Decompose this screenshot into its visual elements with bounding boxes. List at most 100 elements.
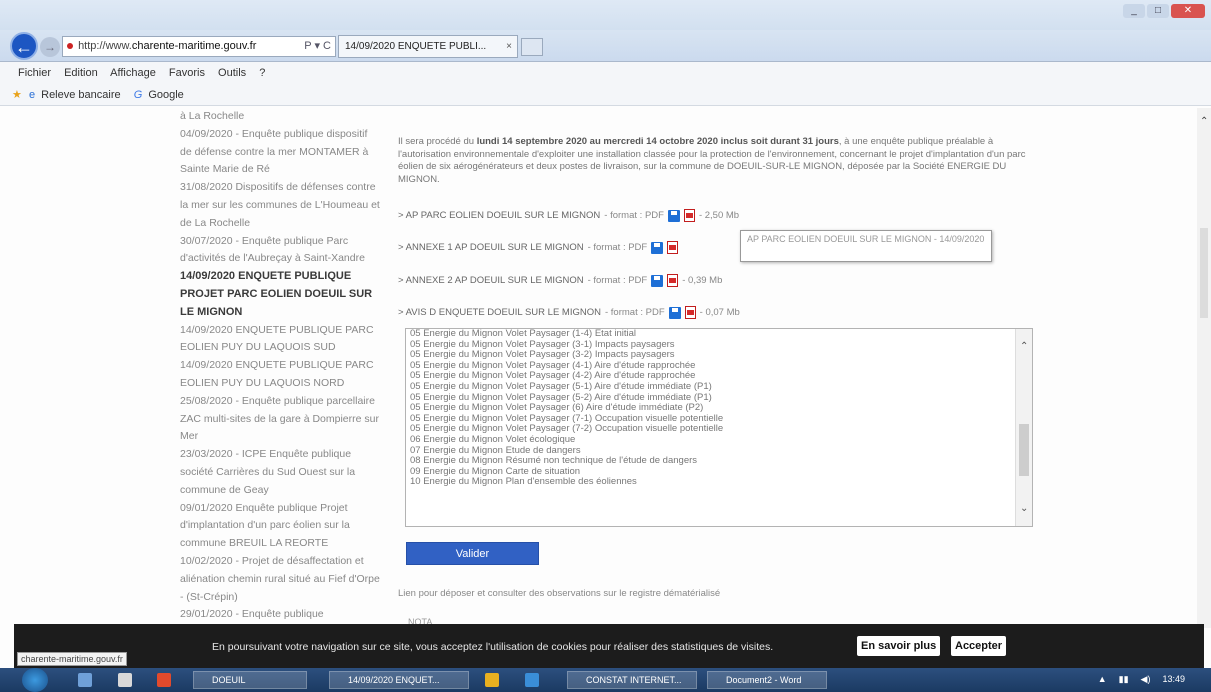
menu-outils[interactable]: Outils	[218, 67, 246, 79]
task-word[interactable]: Document2 - Word	[707, 671, 827, 689]
folder-icon[interactable]	[485, 673, 499, 687]
document-link[interactable]: > AP PARC EOLIEN DOEUIL SUR LE MIGNON	[398, 210, 600, 221]
page-scroll-thumb[interactable]	[1200, 228, 1208, 318]
tab-close-icon[interactable]: ×	[506, 36, 512, 57]
forward-arrow-icon[interactable]: →	[40, 37, 60, 57]
window-controls: _ □ ✕	[1123, 4, 1205, 18]
site-flag-icon	[67, 43, 73, 49]
tab-title: 14/09/2020 ENQUETE PUBLI...	[345, 41, 487, 52]
ie-icon[interactable]	[525, 673, 539, 687]
document-format: - format : PDF	[587, 242, 648, 253]
explorer-icon[interactable]	[118, 673, 132, 687]
save-disk-icon[interactable]	[668, 306, 681, 319]
document-link[interactable]: > ANNEXE 1 AP DOEUIL SUR LE MIGNON	[398, 242, 584, 253]
pdf-icon[interactable]	[683, 209, 695, 222]
window-titlebar: _ □ ✕	[0, 0, 1211, 30]
cookie-more-button[interactable]: En savoir plus	[857, 636, 941, 656]
document-listbox[interactable]: 05 Energie du Mignon Volet Paysager (1-4…	[405, 328, 1033, 527]
media-icon[interactable]	[157, 673, 171, 687]
listbox-scrollbar[interactable]: ⌃ ⌄	[1015, 329, 1032, 526]
sidebar-item[interactable]: 04/09/2020 - Enquête publique dispositif…	[180, 126, 380, 179]
address-bar[interactable]: http://www.charente-maritime.gouv.fr P ▾…	[62, 36, 336, 57]
observations-link[interactable]: Lien pour déposer et consulter des obser…	[398, 588, 720, 599]
document-format: - format : PDF	[604, 210, 664, 221]
back-arrow-icon[interactable]: ←	[10, 32, 38, 60]
menu-favoris[interactable]: Favoris	[169, 67, 205, 79]
ie-page-icon: e	[28, 89, 36, 101]
cookie-text: En poursuivant votre navigation sur ce s…	[212, 641, 774, 653]
task-constat[interactable]: CONSTAT INTERNET...	[567, 671, 697, 689]
system-tray: ▲ ▮▮ ◀) 13:49	[1098, 674, 1185, 685]
volume-icon[interactable]: ◀)	[1141, 674, 1151, 685]
page-scrollbar[interactable]: ⌃	[1197, 108, 1211, 628]
document-link[interactable]: > AVIS D ENQUETE DOEUIL SUR LE MIGNON	[398, 307, 601, 318]
favorite-google[interactable]: Google	[148, 89, 183, 101]
task-enquete[interactable]: 14/09/2020 ENQUET...	[329, 671, 469, 689]
favorite-releve-bancaire[interactable]: Releve bancaire	[41, 89, 121, 101]
menu-fichier[interactable]: Fichier	[18, 67, 51, 79]
sidebar-item[interactable]: 14/09/2020 ENQUETE PUBLIQUE PARC EOLIEN …	[180, 357, 380, 393]
document-link-row: > AVIS D ENQUETE DOEUIL SUR LE MIGNON - …	[398, 306, 740, 319]
intro-dates: lundi 14 septembre 2020 au mercredi 14 o…	[476, 136, 839, 147]
favorites-star-icon[interactable]: ★	[12, 89, 22, 101]
list-option[interactable]: 10 Energie du Mignon Plan d'ensemble des…	[406, 477, 1032, 488]
list-option[interactable]: 05 Energie du Mignon Volet Paysager (5-1…	[406, 381, 1032, 393]
network-icon[interactable]: ▮▮	[1119, 674, 1129, 685]
browser-tab[interactable]: 14/09/2020 ENQUETE PUBLI... ×	[338, 35, 518, 58]
sidebar-item[interactable]: 29/01/2020 - Enquête publique	[180, 606, 380, 624]
sidebar-item[interactable]: 09/01/2020 Enquête publique Projet d'imp…	[180, 500, 380, 553]
cookie-banner: En poursuivant votre navigation sur ce s…	[14, 624, 1204, 668]
clock[interactable]: 13:49	[1162, 674, 1185, 685]
sidebar-item[interactable]: 23/03/2020 - ICPE Enquête publique socié…	[180, 446, 380, 499]
cookie-accept-button[interactable]: Accepter	[951, 636, 1007, 656]
sidebar-item[interactable]: à La Rochelle	[180, 108, 380, 126]
menu-edition[interactable]: Edition	[64, 67, 98, 79]
address-controls[interactable]: P ▾ C	[304, 37, 331, 56]
intro-paragraph: Il sera procédé du lundi 14 septembre 20…	[398, 136, 1038, 186]
sidebar-item[interactable]: 10/02/2020 - Projet de désaffectation et…	[180, 553, 380, 606]
address-prefix: http://www.	[78, 40, 132, 52]
menu-affichage[interactable]: Affichage	[110, 67, 156, 79]
document-link[interactable]: > ANNEXE 2 AP DOEUIL SUR LE MIGNON	[398, 275, 584, 286]
tray-arrow-icon[interactable]: ▲	[1098, 674, 1107, 685]
list-option[interactable]: 06 Energie du Mignon Volet écologique	[406, 434, 1032, 446]
sidebar-item[interactable]: 30/07/2020 - Enquête publique Parc d'act…	[180, 233, 380, 269]
pdf-icon[interactable]	[684, 306, 696, 319]
chevron-down-icon[interactable]: ⌄	[1020, 503, 1028, 514]
chevron-up-icon[interactable]: ⌃	[1020, 341, 1028, 352]
status-url: charente-maritime.gouv.fr	[17, 652, 127, 666]
document-link-row: > AP PARC EOLIEN DOEUIL SUR LE MIGNON - …	[398, 209, 739, 222]
sidebar-item[interactable]: 14/09/2020 ENQUETE PUBLIQUE PARC EOLIEN …	[180, 322, 380, 358]
sidebar-list: à La Rochelle 04/09/2020 - Enquête publi…	[180, 108, 380, 628]
taskbar: DOEUIL 14/09/2020 ENQUET... CONSTAT INTE…	[0, 668, 1211, 692]
sidebar-item-active[interactable]: 14/09/2020 ENQUETE PUBLIQUE PROJET PARC …	[180, 268, 380, 321]
pdf-icon[interactable]	[667, 274, 679, 287]
sidebar-item[interactable]: 31/08/2020 Dispositifs de défenses contr…	[180, 179, 380, 232]
new-tab-button[interactable]	[521, 38, 543, 56]
chevron-up-icon[interactable]: ⌃	[1200, 116, 1208, 127]
scroll-thumb[interactable]	[1019, 424, 1029, 476]
save-disk-icon[interactable]	[667, 209, 680, 222]
document-size: - 2,50 Mb	[698, 210, 740, 221]
task-doeuil[interactable]: DOEUIL	[193, 671, 307, 689]
valider-button[interactable]: Valider	[406, 542, 539, 565]
save-disk-icon[interactable]	[651, 241, 664, 254]
start-button-icon[interactable]	[22, 668, 48, 692]
google-icon: G	[133, 89, 143, 101]
close-window-button[interactable]: ✕	[1171, 4, 1205, 18]
minimize-button[interactable]: _	[1123, 4, 1145, 18]
maximize-button[interactable]: □	[1147, 4, 1169, 18]
document-format: - format : PDF	[604, 307, 665, 318]
desktop-icon[interactable]	[78, 673, 92, 687]
sidebar-item[interactable]: 25/08/2020 - Enquête publique parcellair…	[180, 393, 380, 446]
menu-help[interactable]: ?	[259, 67, 265, 79]
document-size: - 0,07 Mb	[699, 307, 740, 318]
favorites-bar: ★ e Releve bancaire G Google	[0, 84, 1211, 106]
document-link-row: > ANNEXE 2 AP DOEUIL SUR LE MIGNON - for…	[398, 274, 722, 287]
link-tooltip: AP PARC EOLIEN DOEUIL SUR LE MIGNON - 14…	[740, 230, 992, 262]
document-link-row: > ANNEXE 1 AP DOEUIL SUR LE MIGNON - for…	[398, 241, 682, 254]
list-option[interactable]: 05 Energie du Mignon Volet Paysager (1-4…	[406, 329, 1032, 340]
save-disk-icon[interactable]	[651, 274, 664, 287]
pdf-icon[interactable]	[667, 241, 679, 254]
document-size: - 0,39 Mb	[682, 275, 723, 286]
